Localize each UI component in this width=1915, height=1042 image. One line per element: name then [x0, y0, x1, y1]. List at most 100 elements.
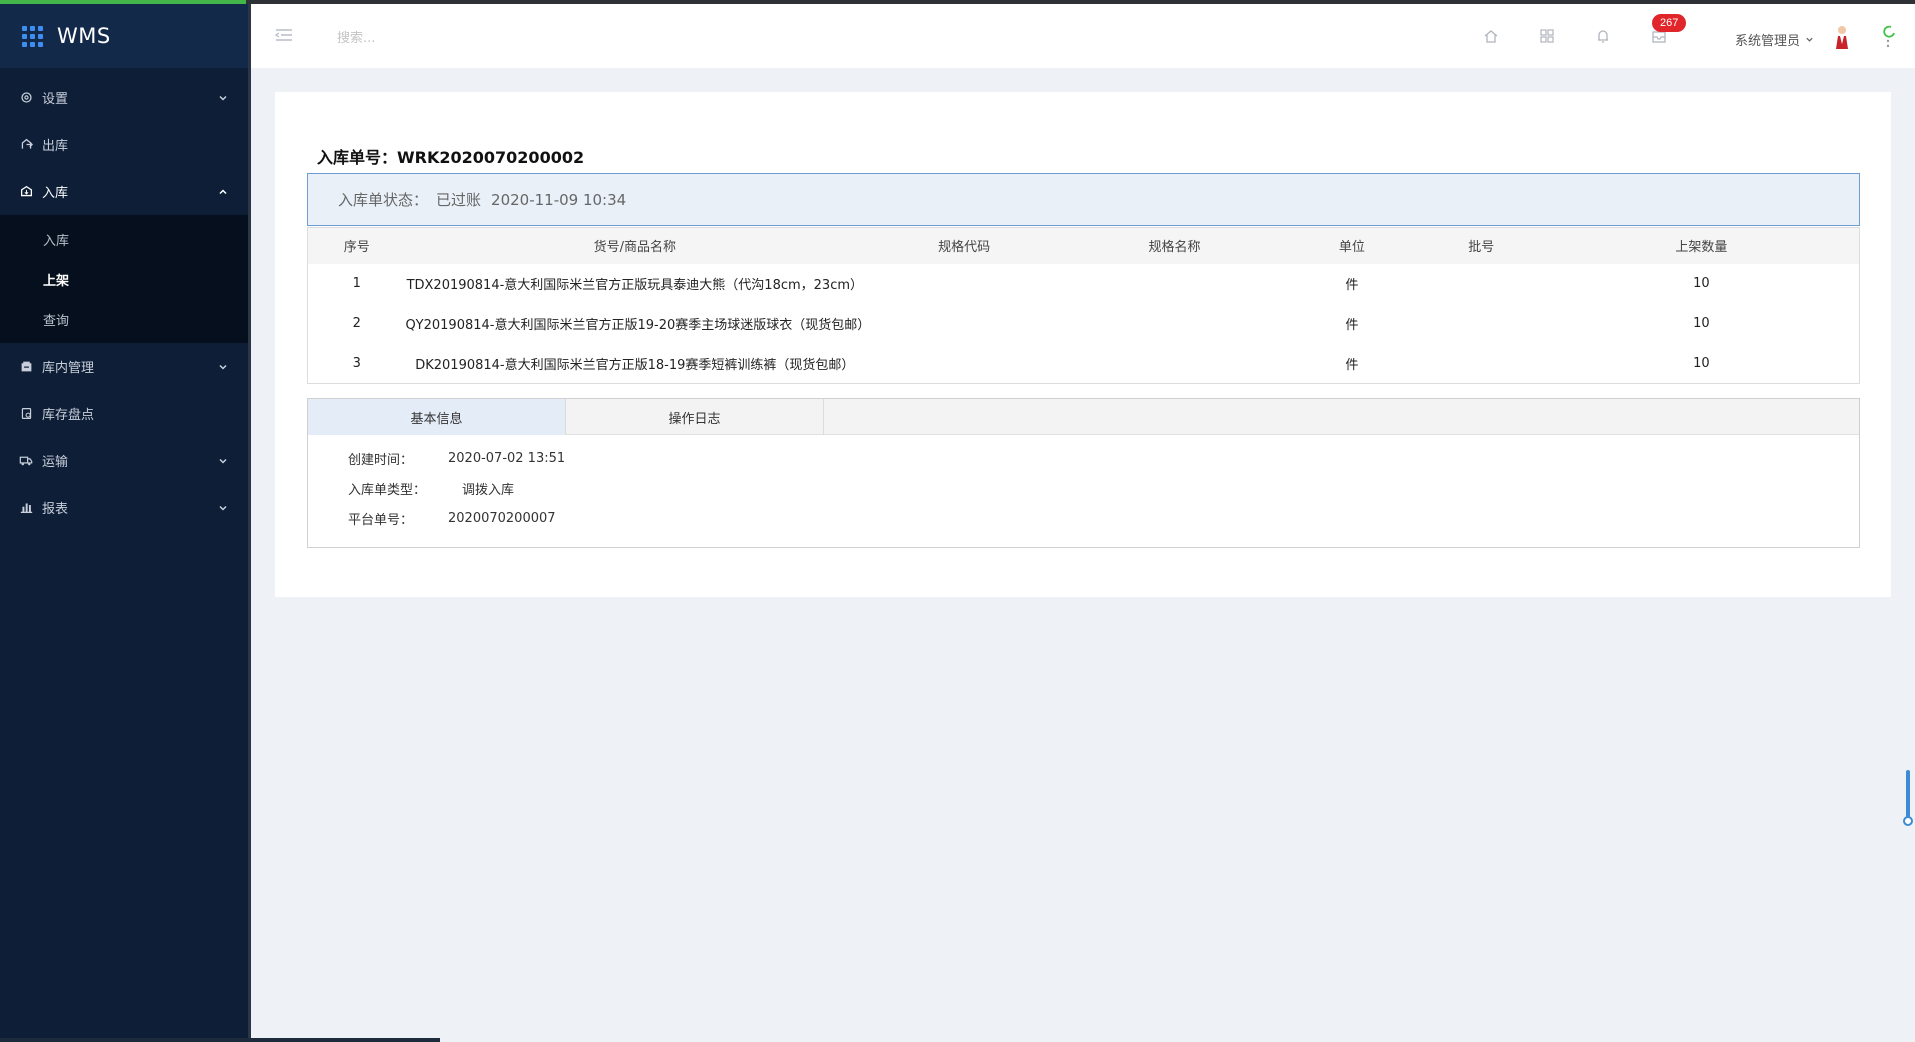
top-border: [0, 0, 1915, 4]
user-name: 系统管理员: [1735, 34, 1801, 49]
bar-chart-icon: [18, 500, 34, 516]
info-row-created-time: 创建时间： 2020-07-02 13:51: [308, 443, 1859, 473]
sidebar: WMS 设置 出库 入库 入库 上架 查询 库内管理 库存盘点 运输 报表: [0, 4, 251, 1042]
chevron-up-icon: [219, 188, 227, 194]
info-panel: 基本信息 操作日志 创建时间： 2020-07-02 13:51 入库单类型： …: [307, 398, 1860, 548]
info-body: 创建时间： 2020-07-02 13:51 入库单类型： 调拨入库 平台单号：…: [308, 435, 1859, 533]
column-header: 批号: [1418, 227, 1544, 264]
column-header: 货号/商品名称: [405, 227, 865, 264]
gear-icon: [18, 90, 34, 106]
user-menu[interactable]: 系统管理员: [1735, 30, 1814, 49]
menu-toggle-icon[interactable]: [274, 27, 294, 43]
sidebar-item-label: 入库: [42, 186, 69, 201]
sidebar-subitem-query[interactable]: 查询: [0, 299, 248, 339]
column-header: 规格代码: [864, 227, 1065, 264]
table-cell: [1064, 344, 1285, 384]
field-label: 入库单类型：: [348, 482, 427, 498]
loading-bar: [0, 0, 246, 4]
table-cell: 件: [1345, 318, 1359, 333]
table-cell: 10: [1693, 276, 1710, 291]
column-header: 单位: [1284, 227, 1419, 264]
chevron-down-icon: [219, 364, 227, 370]
more-vertical-icon[interactable]: [1881, 24, 1895, 50]
sidebar-item-label: 设置: [42, 92, 69, 107]
field-label: 创建时间：: [348, 452, 414, 468]
field-value: 2020070200007: [448, 510, 556, 526]
sidebar-menu: 设置 出库 入库 入库 上架 查询 库内管理 库存盘点 运输 报表: [0, 74, 248, 531]
table-row: 3 DK20190814-意大利国际米兰官方正版18-19赛季短裤训练裤（现货包…: [308, 344, 1860, 384]
field-value: 调拨入库: [462, 482, 515, 498]
apps-icon[interactable]: [1539, 28, 1555, 44]
top-header: 267 系统管理员: [251, 4, 1915, 68]
notification-badge: 267: [1652, 14, 1687, 32]
sidebar-subitem-inbound[interactable]: 入库: [0, 219, 248, 259]
search-input[interactable]: [337, 26, 537, 50]
table-cell: DK20190814-意大利国际米兰官方正版18-19赛季短裤训练裤（现货包邮）: [415, 357, 855, 373]
table-cell: TDX20190814-意大利国际米兰官方正版玩具泰迪大熊（代沟18cm，23c…: [406, 278, 864, 293]
sidebar-item-label: 库存盘点: [42, 408, 95, 423]
sidebar-item-inbound[interactable]: 入库: [0, 168, 248, 215]
table-cell: [1064, 264, 1285, 304]
brand[interactable]: WMS: [0, 4, 248, 68]
table-cell: 件: [1345, 278, 1359, 293]
info-row-inbound-type: 入库单类型： 调拨入库: [308, 473, 1859, 503]
table-cell: [864, 304, 1064, 344]
status-timestamp: 2020-11-09 10:34: [491, 190, 627, 209]
inbound-icon: [18, 184, 34, 200]
sidebar-item-label: 运输: [42, 455, 69, 470]
warehouse-icon: [18, 359, 34, 375]
field-label: 平台单号：: [348, 512, 414, 528]
bottom-bar: [0, 1038, 440, 1042]
sidebar-item-warehouse-management[interactable]: 库内管理: [0, 343, 248, 390]
table-cell: 10: [1693, 316, 1710, 331]
chevron-down-icon: [219, 95, 227, 101]
table-cell: [1064, 304, 1285, 344]
scroll-handle[interactable]: [1903, 816, 1913, 826]
tab-operation-log[interactable]: 操作日志: [566, 399, 824, 435]
truck-icon: [18, 453, 34, 469]
sidebar-item-settings[interactable]: 设置: [0, 74, 248, 121]
home-icon[interactable]: [1483, 28, 1499, 44]
chevron-down-icon: [219, 505, 227, 511]
chevron-down-icon: [219, 458, 227, 464]
app-title: WMS: [57, 24, 111, 48]
info-row-platform-number: 平台单号： 2020070200007: [308, 503, 1859, 533]
table-cell: 2: [352, 316, 361, 331]
field-value: 2020-07-02 13:51: [448, 450, 566, 466]
table-cell: [1419, 344, 1544, 384]
column-header: 规格名称: [1064, 227, 1285, 264]
clipboard-icon: [18, 406, 34, 422]
sidebar-subitem-putaway[interactable]: 上架: [0, 259, 248, 299]
table-cell: QY20190814-意大利国际米兰官方正版19-20赛季主场球迷版球衣（现货包…: [405, 318, 871, 333]
apps-grid-icon: [22, 25, 43, 47]
table-cell: [1419, 304, 1544, 344]
sidebar-item-label: 出库: [42, 139, 69, 154]
table-cell: [864, 344, 1064, 384]
chevron-down-icon: [1806, 37, 1813, 42]
column-header: 序号: [307, 227, 406, 264]
sidebar-item-transport[interactable]: 运输: [0, 437, 248, 484]
table-header-row: 序号 货号/商品名称 规格代码 规格名称 单位 批号 上架数量: [307, 227, 1860, 264]
table-row: 1 TDX20190814-意大利国际米兰官方正版玩具泰迪大熊（代沟18cm，2…: [308, 264, 1860, 304]
tab-bar: 基本信息 操作日志: [308, 399, 1859, 435]
status-badge: 已过账: [436, 191, 482, 209]
status-label: 入库单状态：: [338, 191, 429, 209]
sidebar-item-reports[interactable]: 报表: [0, 484, 248, 531]
sidebar-item-label: 库内管理: [42, 361, 95, 376]
sidebar-item-outbound[interactable]: 出库: [0, 121, 248, 168]
page-title: 入库单号：WRK2020070200002: [317, 148, 585, 167]
status-banner: 入库单状态： 已过账 2020-11-09 10:34: [307, 173, 1860, 226]
table-row: 2 QY20190814-意大利国际米兰官方正版19-20赛季主场球迷版球衣（现…: [308, 304, 1860, 344]
column-header: 上架数量: [1543, 227, 1860, 264]
avatar[interactable]: [1833, 24, 1851, 50]
table-cell: [1419, 264, 1544, 304]
sidebar-item-stocktake[interactable]: 库存盘点: [0, 390, 248, 437]
items-table: 序号 货号/商品名称 规格代码 规格名称 单位 批号 上架数量 1 TDX201…: [307, 227, 1860, 384]
bell-icon[interactable]: [1595, 28, 1611, 44]
table-cell: 件: [1345, 357, 1359, 373]
table-cell: 10: [1693, 355, 1710, 371]
tab-basic-info[interactable]: 基本信息: [308, 399, 566, 435]
outbound-icon: [18, 137, 34, 153]
sidebar-item-label: 报表: [42, 502, 69, 517]
table-cell: 1: [352, 276, 361, 291]
